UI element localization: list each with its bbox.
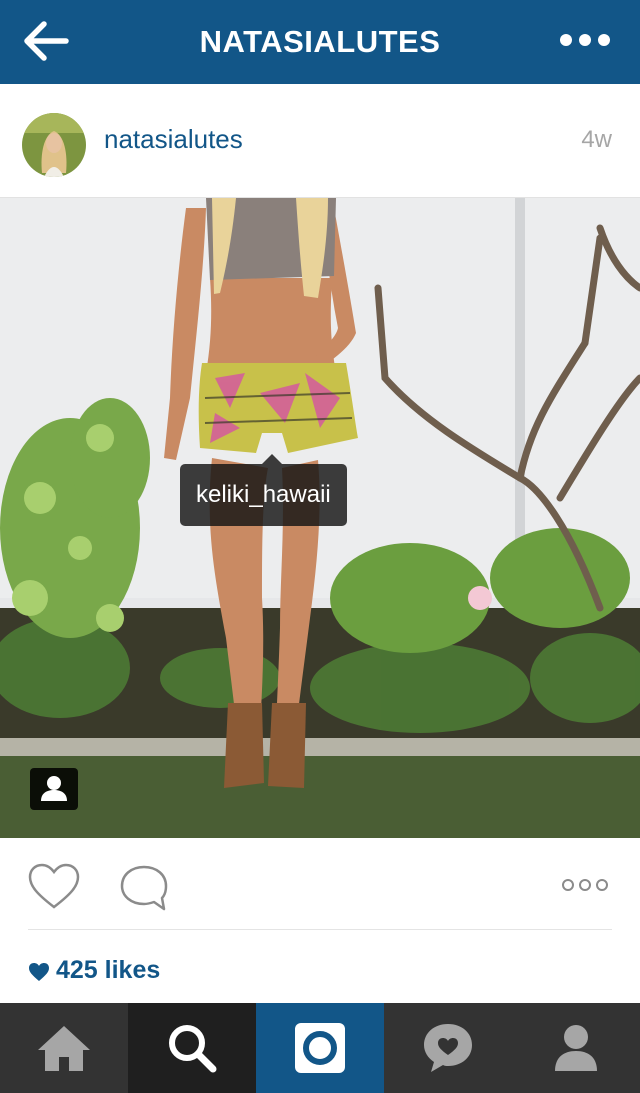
avatar[interactable] <box>22 113 86 177</box>
heart-icon <box>29 963 49 981</box>
tab-profile[interactable] <box>512 1003 640 1093</box>
post-timestamp: 4w <box>581 126 612 153</box>
back-button[interactable] <box>22 20 70 62</box>
person-icon <box>41 776 67 801</box>
profile-icon <box>555 1025 597 1071</box>
people-tagged-button[interactable] <box>30 768 78 810</box>
more-options-button[interactable] <box>558 30 612 50</box>
comment-bubble-icon <box>120 865 168 911</box>
bottom-tab-bar <box>0 1003 640 1093</box>
activity-icon <box>424 1024 472 1072</box>
like-button[interactable] <box>27 862 81 912</box>
page-title: NATASIALUTES <box>199 24 441 59</box>
post-username[interactable]: natasialutes <box>104 124 243 155</box>
explore-icon <box>169 1025 217 1073</box>
tab-camera[interactable] <box>256 1003 384 1093</box>
actions-divider <box>28 929 612 930</box>
more-horizontal-icon <box>562 879 608 891</box>
likes-count[interactable]: 425 likes <box>28 954 160 986</box>
camera-icon <box>295 1023 345 1073</box>
likes-count-label: 425 likes <box>56 956 161 984</box>
post-photo[interactable]: keliki_hawaii <box>0 198 640 838</box>
tab-home[interactable] <box>0 1003 128 1093</box>
post-header: natasialutes 4w <box>0 84 640 198</box>
arrow-left-icon <box>24 21 69 61</box>
heart-outline-icon <box>28 863 80 909</box>
top-navigation-bar: NATASIALUTES <box>0 0 640 84</box>
tab-activity[interactable] <box>384 1003 512 1093</box>
post-options-button[interactable] <box>560 876 610 894</box>
tab-explore[interactable] <box>128 1003 256 1093</box>
more-horizontal-icon <box>560 34 610 46</box>
comment-button[interactable] <box>118 863 170 913</box>
tagged-user-label[interactable]: keliki_hawaii <box>180 454 347 526</box>
home-icon <box>38 1026 90 1071</box>
post-actions <box>0 838 640 930</box>
